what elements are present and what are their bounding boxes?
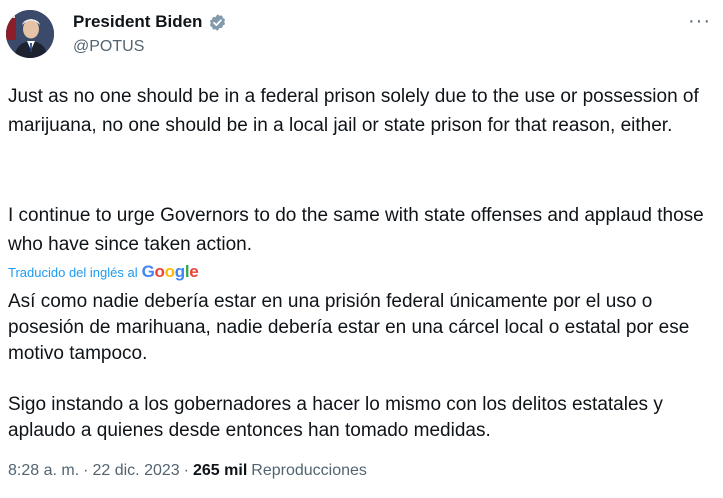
meta-separator: · [183,462,189,479]
verified-badge-icon [208,13,227,32]
author-display-name[interactable]: President Biden [73,12,202,32]
author-name-row: President Biden [73,12,227,32]
tweet-text-paragraph-1: Just as no one should be in a federal pr… [8,86,699,136]
views-count: 265 mil [193,462,248,479]
views-label: Reproducciones [251,462,367,479]
translation-label: Traducido del inglés al [8,264,138,280]
google-logo-icon: Google [141,262,199,281]
meta-separator: · [83,462,89,479]
tweet-meta: 8:28 a. m. · 22 dic. 2023 · 265 mil Repr… [8,462,367,480]
tweet: President Biden @POTUS ··· Just as no on… [0,0,723,498]
translated-text-paragraph-2: Sigo instando a los gobernadores a hacer… [8,394,663,441]
more-options-button[interactable]: ··· [688,10,711,33]
translated-text-paragraph-1: Así como nadie debería estar en una pris… [8,291,690,364]
tweet-text-paragraph-2: I continue to urge Governors to do the s… [8,205,704,255]
avatar-portrait-icon [6,10,54,58]
author-handle[interactable]: @POTUS [73,38,144,56]
tweet-time-link[interactable]: 8:28 a. m. [8,462,79,480]
tweet-date-link[interactable]: 22 dic. 2023 [92,462,179,480]
avatar[interactable] [6,10,54,58]
translation-attribution-link[interactable]: Traducido del inglés al Google [8,262,199,282]
more-horizontal-icon: ··· [688,10,711,32]
